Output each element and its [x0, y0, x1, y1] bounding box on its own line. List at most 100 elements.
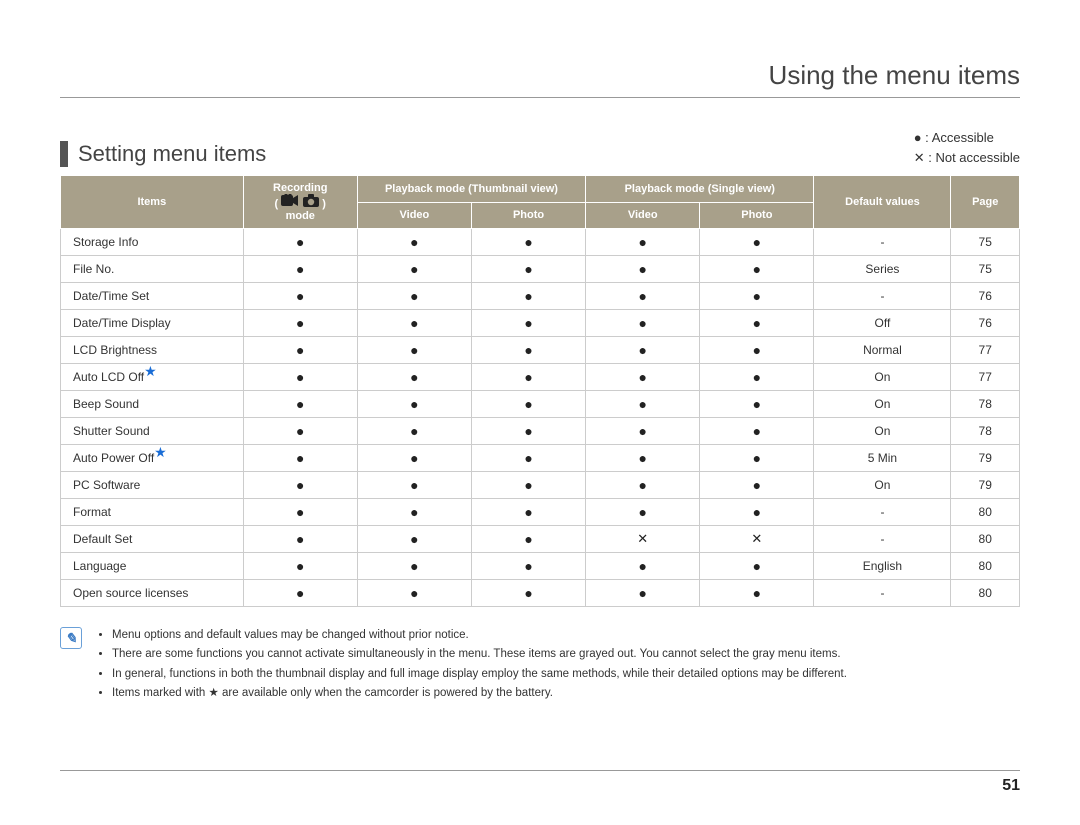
table-row: Auto Power Off★●●●●●5 Min79 [61, 445, 1020, 472]
note-item: Items marked with ★ are available only w… [112, 685, 847, 702]
section-header-row: Setting menu items ● : Accessible ✕ : No… [60, 128, 1020, 167]
cell-recording: ● [243, 256, 357, 283]
cell-default: - [814, 526, 951, 553]
cell-item-name: Storage Info [61, 229, 244, 256]
cell-page: 76 [951, 310, 1020, 337]
cell-single-video: ✕ [586, 526, 700, 553]
table-row: Storage Info●●●●●-75 [61, 229, 1020, 256]
cell-default: Off [814, 310, 951, 337]
table-row: LCD Brightness●●●●●Normal77 [61, 337, 1020, 364]
cell-recording: ● [243, 445, 357, 472]
cell-item-name: Shutter Sound [61, 418, 244, 445]
cell-single-photo: ● [700, 364, 814, 391]
cell-single-video: ● [586, 229, 700, 256]
note-icon: ✎ [60, 627, 82, 649]
th-single: Playback mode (Single view) [586, 176, 814, 203]
cell-recording: ● [243, 283, 357, 310]
notes-list: Menu options and default values may be c… [94, 627, 847, 704]
page-number: 51 [60, 770, 1020, 795]
cell-thumb-photo: ● [471, 337, 585, 364]
note-item: In general, functions in both the thumbn… [112, 666, 847, 683]
star-icon: ★ [144, 363, 157, 379]
cell-single-video: ● [586, 445, 700, 472]
cell-thumb-video: ● [357, 283, 471, 310]
cell-page: 75 [951, 256, 1020, 283]
cell-page: 80 [951, 553, 1020, 580]
cell-thumb-photo: ● [471, 364, 585, 391]
th-page: Page [951, 176, 1020, 229]
cell-default: - [814, 283, 951, 310]
cell-item-name: Format [61, 499, 244, 526]
cell-single-video: ● [586, 553, 700, 580]
cell-recording: ● [243, 310, 357, 337]
note-item: There are some functions you cannot acti… [112, 646, 847, 663]
th-thumb: Playback mode (Thumbnail view) [357, 176, 585, 203]
cell-thumb-video: ● [357, 526, 471, 553]
note-item: Menu options and default values may be c… [112, 627, 847, 644]
cell-recording: ● [243, 499, 357, 526]
cell-recording: ● [243, 364, 357, 391]
th-recording-bottom: mode [248, 210, 353, 222]
cell-single-photo: ● [700, 553, 814, 580]
cell-thumb-video: ● [357, 391, 471, 418]
cell-page: 80 [951, 499, 1020, 526]
cell-thumb-video: ● [357, 553, 471, 580]
cell-default: On [814, 418, 951, 445]
table-row: Open source licenses●●●●●-80 [61, 580, 1020, 607]
photo-camera-icon [303, 194, 319, 207]
cell-thumb-photo: ● [471, 310, 585, 337]
cell-single-photo: ● [700, 256, 814, 283]
cell-thumb-video: ● [357, 310, 471, 337]
recording-mode-icons [281, 194, 319, 207]
cell-item-name: Auto LCD Off★ [61, 364, 244, 391]
cell-single-video: ● [586, 283, 700, 310]
cell-page: 77 [951, 364, 1020, 391]
cell-thumb-photo: ● [471, 580, 585, 607]
cell-page: 78 [951, 391, 1020, 418]
cell-page: 79 [951, 472, 1020, 499]
cell-single-video: ● [586, 580, 700, 607]
th-thumb-video: Video [357, 202, 471, 229]
cell-item-name: Beep Sound [61, 391, 244, 418]
table-row: Language●●●●●English80 [61, 553, 1020, 580]
table-row: File No.●●●●●Series75 [61, 256, 1020, 283]
section-title: Setting menu items [60, 141, 266, 167]
cell-single-video: ● [586, 499, 700, 526]
star-icon: ★ [154, 444, 167, 460]
cell-recording: ● [243, 472, 357, 499]
cell-item-name: Date/Time Set [61, 283, 244, 310]
table-row: PC Software●●●●●On79 [61, 472, 1020, 499]
th-recording: Recording ( ) mode [243, 176, 357, 229]
cell-thumb-photo: ● [471, 445, 585, 472]
cell-single-photo: ● [700, 283, 814, 310]
cell-default: Series [814, 256, 951, 283]
cell-thumb-photo: ● [471, 553, 585, 580]
cell-thumb-video: ● [357, 337, 471, 364]
cell-single-photo: ● [700, 580, 814, 607]
cell-thumb-video: ● [357, 499, 471, 526]
settings-table: Items Recording ( ) mode Playback mode (… [60, 175, 1020, 607]
cell-thumb-video: ● [357, 472, 471, 499]
cell-recording: ● [243, 229, 357, 256]
cell-page: 80 [951, 526, 1020, 553]
cell-default: English [814, 553, 951, 580]
cell-thumb-photo: ● [471, 229, 585, 256]
note-box: ✎ Menu options and default values may be… [60, 627, 1020, 704]
th-single-photo: Photo [700, 202, 814, 229]
cell-thumb-photo: ● [471, 472, 585, 499]
cell-single-video: ● [586, 310, 700, 337]
cell-thumb-photo: ● [471, 256, 585, 283]
cell-single-photo: ✕ [700, 526, 814, 553]
cell-page: 79 [951, 445, 1020, 472]
legend-not-accessible: ✕ : Not accessible [914, 148, 1020, 168]
cell-thumb-video: ● [357, 256, 471, 283]
cell-thumb-photo: ● [471, 499, 585, 526]
cell-default: On [814, 364, 951, 391]
cell-thumb-video: ● [357, 418, 471, 445]
table-row: Date/Time Display●●●●●Off76 [61, 310, 1020, 337]
cell-page: 77 [951, 337, 1020, 364]
table-row: Auto LCD Off★●●●●●On77 [61, 364, 1020, 391]
cell-page: 80 [951, 580, 1020, 607]
cell-page: 75 [951, 229, 1020, 256]
cell-thumb-video: ● [357, 229, 471, 256]
